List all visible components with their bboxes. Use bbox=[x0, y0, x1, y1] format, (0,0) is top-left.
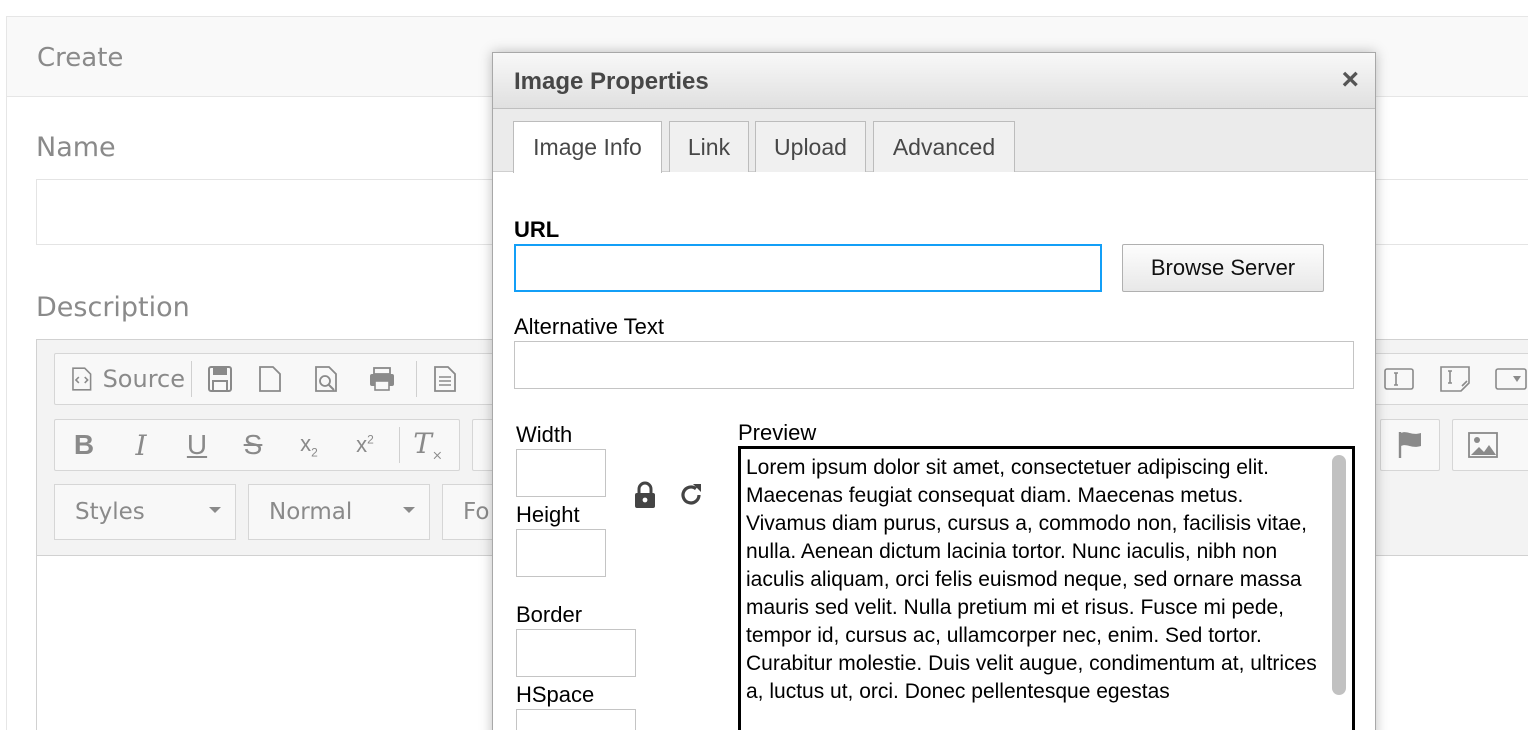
templates-icon bbox=[434, 366, 456, 392]
select-field-button[interactable] bbox=[1483, 359, 1528, 399]
toolbar-basicstyles-group: B I U S x2 x2 T× bbox=[54, 419, 460, 471]
toolbar-separator bbox=[416, 361, 417, 397]
strikethrough-icon: S bbox=[243, 429, 263, 460]
close-icon[interactable]: × bbox=[1341, 65, 1359, 95]
bold-icon: B bbox=[73, 429, 95, 460]
styles-dropdown-label: Styles bbox=[75, 499, 145, 525]
strikethrough-button[interactable]: S bbox=[225, 425, 281, 465]
print-button[interactable] bbox=[354, 359, 410, 399]
textarea-icon bbox=[1440, 366, 1470, 392]
toolbar-document-group: Source bbox=[54, 353, 514, 405]
tab-upload[interactable]: Upload bbox=[755, 121, 866, 172]
print-icon bbox=[370, 367, 394, 391]
dialog-tabs: Image Info Link Upload Advanced bbox=[493, 109, 1375, 173]
subscript-button[interactable]: x2 bbox=[281, 425, 337, 465]
toolbar-anchor-group bbox=[1380, 419, 1440, 471]
tab-advanced[interactable]: Advanced bbox=[873, 121, 1015, 172]
height-label: Height bbox=[516, 502, 580, 527]
preview-button[interactable] bbox=[298, 359, 354, 399]
preview-label: Preview bbox=[738, 420, 817, 445]
image-preview[interactable]: Lorem ipsum dolor sit amet, consectetuer… bbox=[738, 446, 1355, 730]
italic-icon: I bbox=[135, 428, 147, 462]
templates-button[interactable] bbox=[423, 359, 467, 399]
image-properties-dialog: Image Properties × Image Info Link Uploa… bbox=[492, 52, 1376, 730]
border-label: Border bbox=[516, 602, 583, 627]
new-page-icon bbox=[259, 366, 281, 392]
source-button[interactable]: Source bbox=[55, 359, 185, 399]
tab-image-info[interactable]: Image Info bbox=[513, 121, 662, 173]
save-button[interactable] bbox=[198, 359, 242, 399]
url-input[interactable] bbox=[514, 244, 1102, 292]
superscript-button[interactable]: x2 bbox=[337, 425, 393, 465]
border-input[interactable] bbox=[516, 629, 636, 677]
anchor-button[interactable] bbox=[1381, 425, 1439, 465]
toolbar-forms-group bbox=[1370, 353, 1528, 405]
format-dropdown-label: Normal bbox=[269, 499, 353, 525]
source-label: Source bbox=[102, 365, 185, 393]
preview-icon bbox=[315, 366, 337, 392]
reset-size-button[interactable] bbox=[676, 478, 706, 512]
textfield-button[interactable] bbox=[1371, 359, 1427, 399]
lock-ratio-button[interactable] bbox=[630, 478, 660, 512]
flag-icon bbox=[1398, 432, 1421, 458]
dialog-title-bar[interactable]: Image Properties × bbox=[493, 53, 1375, 109]
remove-format-icon: T× bbox=[413, 426, 443, 464]
refresh-icon bbox=[681, 484, 701, 505]
preview-text: Lorem ipsum dolor sit amet, consectetuer… bbox=[746, 456, 1317, 703]
width-input[interactable] bbox=[516, 449, 606, 497]
toolbar-separator bbox=[191, 361, 192, 397]
image-button[interactable] bbox=[1453, 425, 1513, 465]
textfield-icon bbox=[1384, 368, 1414, 390]
new-page-button[interactable] bbox=[242, 359, 298, 399]
name-label: Name bbox=[36, 132, 116, 163]
chevron-down-icon bbox=[403, 507, 415, 513]
dialog-title: Image Properties bbox=[514, 68, 709, 95]
chevron-down-icon bbox=[209, 507, 221, 513]
select-field-icon bbox=[1495, 368, 1527, 390]
textarea-button[interactable] bbox=[1427, 359, 1483, 399]
width-label: Width bbox=[516, 422, 573, 447]
toolbar-separator bbox=[399, 427, 400, 463]
format-dropdown[interactable]: Normal bbox=[248, 484, 430, 540]
bold-button[interactable]: B bbox=[55, 425, 113, 465]
source-icon bbox=[72, 367, 92, 391]
image-icon bbox=[1468, 432, 1498, 458]
font-dropdown-label: Fo bbox=[463, 499, 490, 525]
preview-scrollbar[interactable] bbox=[1332, 455, 1346, 695]
browse-server-button[interactable]: Browse Server bbox=[1122, 244, 1324, 292]
subscript-icon: x2 bbox=[300, 430, 318, 460]
lock-icon bbox=[635, 481, 655, 508]
panel-title: Create bbox=[37, 43, 124, 73]
height-input[interactable] bbox=[516, 529, 606, 577]
tab-link[interactable]: Link bbox=[669, 121, 749, 172]
hspace-label: HSpace bbox=[516, 682, 595, 707]
alternative-text-label: Alternative Text bbox=[514, 314, 665, 339]
toolbar-insert-group bbox=[1452, 419, 1528, 471]
alternative-text-input[interactable] bbox=[514, 341, 1354, 389]
styles-dropdown[interactable]: Styles bbox=[54, 484, 236, 540]
url-label: URL bbox=[514, 217, 560, 242]
superscript-icon: x2 bbox=[356, 432, 374, 457]
underline-icon: U bbox=[186, 429, 208, 460]
description-label: Description bbox=[36, 292, 190, 323]
hspace-input[interactable] bbox=[516, 709, 636, 730]
remove-format-button[interactable]: T× bbox=[406, 425, 450, 465]
italic-button[interactable]: I bbox=[113, 425, 169, 465]
underline-button[interactable]: U bbox=[169, 425, 225, 465]
save-icon bbox=[208, 366, 232, 392]
